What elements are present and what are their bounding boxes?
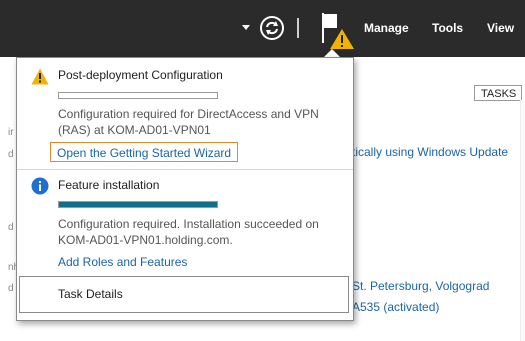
bg-text-stub: ir [8, 127, 14, 138]
post-deployment-message: Configuration required for DirectAccess … [58, 106, 338, 138]
toolbar-separator [297, 18, 299, 38]
warning-icon [31, 68, 49, 85]
task-details-button[interactable]: Task Details [19, 276, 349, 313]
add-roles-features-link[interactable]: Add Roles and Features [58, 255, 187, 269]
message-line: (RAS) at KOM-AD01-VPN01 [58, 123, 211, 137]
menu-view[interactable]: View [487, 21, 514, 35]
progress-fill [59, 202, 217, 207]
post-deployment-progress [58, 92, 218, 99]
getting-started-wizard-link[interactable]: Open the Getting Started Wizard [50, 142, 238, 162]
message-line: KOM-AD01-VPN01.holding.com. [58, 233, 233, 247]
refresh-icon[interactable] [259, 15, 285, 41]
feature-installation-progress [58, 201, 218, 208]
menu-tools[interactable]: Tools [432, 21, 463, 35]
notifications-flag-icon[interactable] [319, 11, 355, 51]
divider [17, 169, 353, 170]
scroll-edge [520, 100, 525, 341]
server-manager-toolbar: Manage Tools View [0, 0, 525, 57]
feature-installation-title: Feature installation [58, 178, 160, 192]
dropdown-arrow-icon[interactable] [241, 22, 251, 32]
tasks-button[interactable]: TASKS [474, 85, 522, 101]
timezone-link[interactable]: St. Petersburg, Volgograd [352, 279, 489, 293]
bg-text-stub: d [8, 149, 14, 160]
panel-pointer [324, 49, 340, 57]
windows-update-link[interactable]: tically using Windows Update [352, 145, 508, 159]
notifications-panel: Post-deployment Configuration Configurat… [16, 57, 354, 321]
message-line: Configuration required. Installation suc… [58, 217, 319, 231]
menu-manage[interactable]: Manage [364, 21, 409, 35]
redaction-box [265, 234, 299, 248]
message-line: Configuration required for DirectAccess … [58, 107, 319, 121]
bg-text-stub: d [8, 283, 14, 294]
info-icon [31, 177, 49, 195]
post-deployment-title: Post-deployment Configuration [58, 68, 223, 82]
bg-text-stub: d [8, 222, 14, 233]
activation-link[interactable]: A535 (activated) [352, 300, 439, 314]
